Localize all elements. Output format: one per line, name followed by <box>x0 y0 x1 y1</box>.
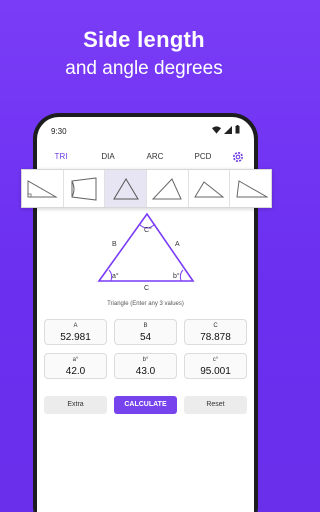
headline-subtitle: and angle degrees <box>65 58 223 79</box>
label-side-bottom: C <box>144 285 149 292</box>
status-bar: 9:30 <box>37 117 254 147</box>
label-right-angle: b° <box>173 272 180 280</box>
calculate-button[interactable]: CALCULATE <box>114 396 177 414</box>
field-label: b° <box>142 357 149 363</box>
field-label: c° <box>212 357 219 363</box>
trapezoid-icon <box>71 176 97 201</box>
battery-icon <box>235 125 240 134</box>
field-value: 54 <box>139 332 152 343</box>
triangle-diagram: C° B A a° b° C <box>97 212 195 292</box>
headline-title: Side length <box>83 27 205 52</box>
angle-b-field[interactable]: b° 43.0 <box>114 353 177 379</box>
label-left-angle: a° <box>112 272 119 280</box>
tab-tri[interactable]: TRI <box>55 152 68 161</box>
tab-arc[interactable]: ARC <box>147 152 164 161</box>
reset-button[interactable]: Reset <box>184 396 247 414</box>
shape-option-obtuse[interactable] <box>189 170 231 207</box>
label-side-right: A <box>175 241 180 248</box>
shape-option-acute[interactable] <box>147 170 189 207</box>
action-buttons: Extra CALCULATE Reset <box>44 396 247 414</box>
wifi-icon <box>212 125 221 134</box>
side-a-field[interactable]: A 52.981 <box>44 319 107 345</box>
shape-option-right-triangle[interactable] <box>22 170 64 207</box>
tab-dia[interactable]: DIA <box>101 152 114 161</box>
label-side-left: B <box>112 241 117 248</box>
sides-row: A 52.981 B 54 C 78.878 <box>44 319 247 345</box>
shape-option-trapezoid[interactable] <box>64 170 106 207</box>
shape-option-scalene[interactable] <box>230 170 271 207</box>
signal-icon <box>224 125 232 134</box>
obtuse-triangle-icon <box>194 180 225 197</box>
field-value: 52.981 <box>60 332 91 343</box>
shape-selector <box>21 169 272 208</box>
field-value: 78.878 <box>200 332 231 343</box>
triangle-caption: Triangle (Enter any 3 values) <box>107 301 184 307</box>
promo-headline: Side length and angle degrees <box>0 26 288 82</box>
field-label: C <box>213 323 218 329</box>
gear-icon[interactable] <box>231 150 245 164</box>
status-time: 9:30 <box>51 127 67 136</box>
tab-bar: TRI DIA ARC PCD <box>37 150 254 168</box>
right-triangle-icon <box>27 179 59 197</box>
angle-a-field[interactable]: a° 42.0 <box>44 353 107 379</box>
angles-row: a° 42.0 b° 43.0 c° 95.001 <box>44 353 247 379</box>
side-c-field[interactable]: C 78.878 <box>184 319 247 345</box>
shape-option-equilateral[interactable] <box>105 170 148 207</box>
label-top-angle: C° <box>144 226 152 234</box>
input-grid: A 52.981 B 54 C 78.878 a° 42.0 b° 43.0 c <box>44 319 247 387</box>
equilateral-triangle-icon <box>112 177 139 199</box>
field-value: 42.0 <box>65 366 86 377</box>
field-value: 95.001 <box>200 366 231 377</box>
tab-pcd[interactable]: PCD <box>195 152 212 161</box>
field-label: a° <box>72 357 79 363</box>
extra-button[interactable]: Extra <box>44 396 107 414</box>
acute-triangle-icon <box>152 177 183 199</box>
field-label: A <box>73 323 78 329</box>
scalene-triangle-icon <box>236 179 268 197</box>
field-label: B <box>143 323 148 329</box>
angle-c-field[interactable]: c° 95.001 <box>184 353 247 379</box>
field-value: 43.0 <box>135 366 156 377</box>
side-b-field[interactable]: B 54 <box>114 319 177 345</box>
